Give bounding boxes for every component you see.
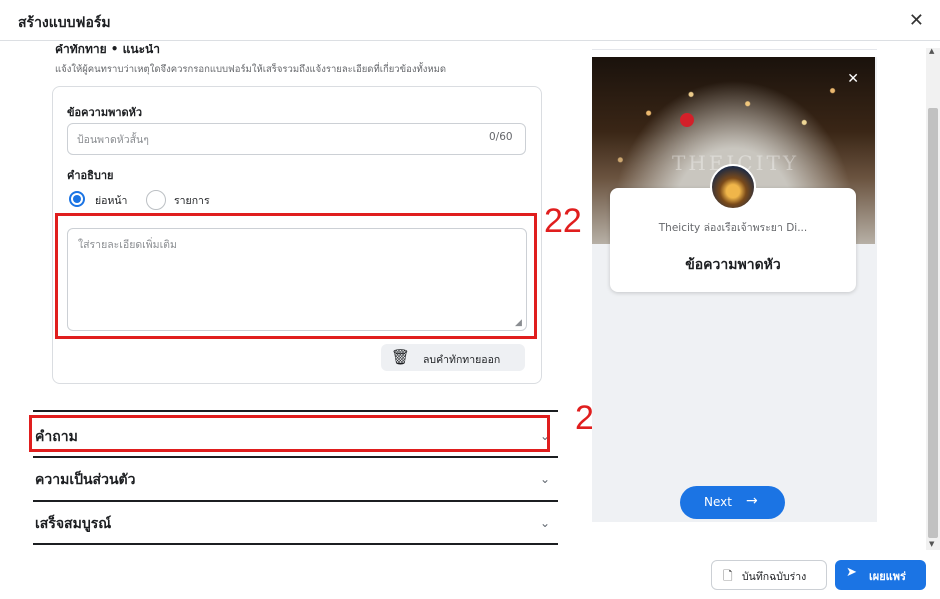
accordion-divider-3: [33, 500, 558, 502]
document-icon: 🗋: [723, 569, 733, 583]
trash-icon: 🗑: [391, 348, 411, 366]
annotation-box-23: [29, 415, 550, 452]
next-button-label: Next: [704, 495, 732, 509]
preview-page-name: Theicity ล่องเรือเจ้าพระยา Di...: [658, 222, 808, 234]
headline-label: ข้อความพาดหัว: [67, 106, 143, 119]
remove-greeting-label: ลบคำทักทายออก: [423, 354, 501, 366]
radio-paragraph[interactable]: [69, 191, 85, 207]
description-label: คำอธิบาย: [67, 169, 114, 182]
chevron-down-icon[interactable]: ⌄: [540, 472, 550, 486]
section-title: คำทักทาย • แนะนำ: [55, 44, 160, 54]
scroll-up-arrow-icon[interactable]: ▲: [929, 47, 934, 55]
chevron-down-icon[interactable]: ⌄: [540, 516, 550, 530]
accordion-divider-2: [33, 456, 558, 458]
accordion-privacy[interactable]: ความเป็นส่วนตัว: [35, 469, 136, 491]
close-icon[interactable]: ✕: [909, 10, 924, 31]
scroll-down-arrow-icon[interactable]: ▼: [929, 540, 934, 548]
publish-label: เผยแพร่: [869, 570, 906, 583]
preview-headline: ข้อความพาดหัว: [685, 257, 781, 273]
arrow-right-icon: →: [746, 493, 758, 509]
headline-counter: 0/60: [489, 131, 513, 143]
section-description: แจ้งให้ผู้คนทราบว่าเหตุใดจึงควรกรอกแบบฟอ…: [55, 64, 447, 75]
annotation-label-22: 22: [544, 202, 582, 240]
accordion-divider-1: [33, 410, 558, 412]
scrollbar-thumb[interactable]: [928, 108, 938, 538]
remove-greeting-button[interactable]: 🗑 ลบคำทักทายออก: [381, 344, 525, 371]
rose-decoration: [680, 113, 694, 127]
send-icon: ➤: [846, 565, 857, 580]
next-button[interactable]: Next →: [680, 486, 785, 519]
save-draft-label: บันทึกฉบับร่าง: [742, 571, 807, 583]
preview-close-icon[interactable]: ✕: [847, 71, 859, 87]
page-avatar: [710, 164, 756, 210]
accordion-divider-4: [33, 543, 558, 545]
radio-paragraph-label: ย่อหน้า: [95, 195, 128, 207]
radio-list-label: รายการ: [174, 195, 210, 207]
publish-button[interactable]: ➤ เผยแพร่: [835, 560, 926, 590]
headline-placeholder: ป้อนพาดหัวสั้นๆ: [77, 134, 149, 146]
dialog-title: สร้างแบบฟอร์ม: [18, 15, 111, 31]
preview-top-strip: [592, 43, 877, 50]
radio-list[interactable]: [146, 190, 166, 210]
annotation-box-22: [55, 213, 537, 339]
header-divider: [0, 40, 940, 41]
save-draft-button[interactable]: 🗋 บันทึกฉบับร่าง: [711, 560, 827, 590]
accordion-completion[interactable]: เสร็จสมบูรณ์: [35, 513, 111, 535]
